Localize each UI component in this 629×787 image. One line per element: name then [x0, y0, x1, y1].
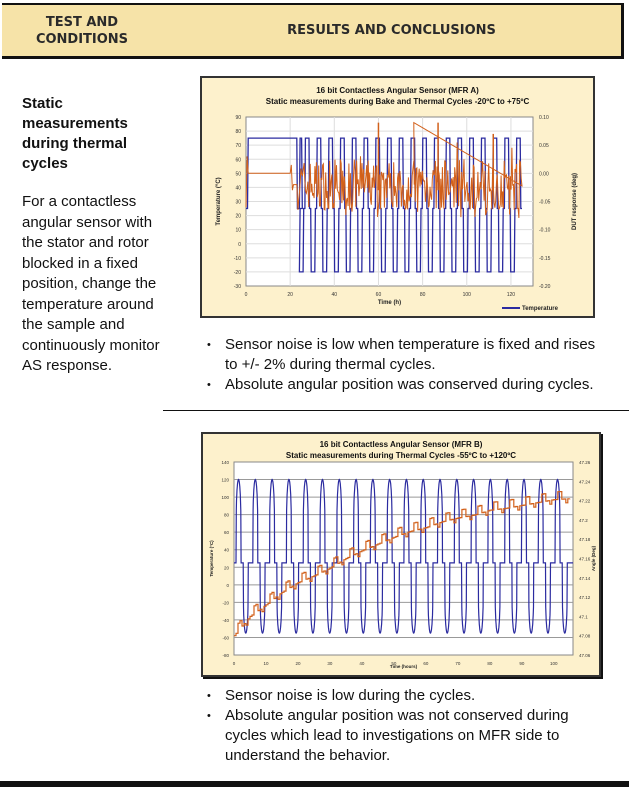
- x-tick-label: 20: [287, 292, 293, 298]
- chart-title: 16 bit Contactless Angular Sensor (MFR A…: [316, 86, 479, 95]
- y-tick-label: 40: [235, 185, 241, 191]
- test-title: Static measurements during thermal cycle…: [22, 95, 128, 172]
- y-tick-label: 10: [235, 228, 241, 234]
- x-axis-label: Time (h): [378, 300, 401, 306]
- test-conditions-cell: Static measurements during thermal cycle…: [22, 94, 162, 377]
- y-tick-label: 20: [235, 214, 241, 220]
- x-tick-label: 100: [550, 661, 558, 666]
- result-bullet: Absolute angular position was conserved …: [205, 375, 605, 395]
- y2-tick-label: -0.20: [539, 284, 551, 290]
- y-tick-label: 60: [224, 530, 230, 535]
- y2-tick-label: 47.22: [579, 499, 591, 504]
- y-axis-label: Temperature (°C): [209, 540, 214, 577]
- x-axis-label: Time (hours): [390, 664, 418, 669]
- x-tick-label: 60: [423, 661, 429, 666]
- chart-title: 16 bit Contactless Angular Sensor (MFR B…: [320, 440, 483, 449]
- x-tick-label: 40: [359, 661, 365, 666]
- x-tick-label: 120: [507, 292, 516, 298]
- x-tick-label: 10: [263, 661, 269, 666]
- y-tick-label: 60: [235, 157, 241, 163]
- x-tick-label: 40: [332, 292, 338, 298]
- y-tick-label: -30: [234, 284, 241, 290]
- x-tick-label: 80: [420, 292, 426, 298]
- y2-axis-label: DUT response (deg): [572, 173, 578, 230]
- y2-tick-label: 0.10: [539, 115, 549, 121]
- y-tick-label: -10: [234, 256, 241, 262]
- column-header-test-conditions: TEST AND CONDITIONS: [2, 5, 162, 56]
- y-tick-label: -20: [234, 270, 241, 276]
- table-header: TEST AND CONDITIONS RESULTS AND CONCLUSIO…: [2, 3, 624, 59]
- x-tick-label: 100: [463, 292, 472, 298]
- y-tick-label: 140: [221, 460, 229, 465]
- y2-tick-label: 0.00: [539, 171, 549, 177]
- y2-axis-label: Angle (Deg): [591, 545, 596, 571]
- y2-tick-label: 47.26: [579, 460, 591, 465]
- y-tick-label: 70: [235, 143, 241, 149]
- y-tick-label: 90: [235, 115, 241, 121]
- y-tick-label: 0: [238, 242, 241, 248]
- y2-tick-label: 47.08: [579, 634, 591, 639]
- y2-tick-label: 47.18: [579, 537, 591, 542]
- x-tick-label: 70: [455, 661, 461, 666]
- y-tick-label: -20: [222, 600, 229, 605]
- y-tick-label: 30: [235, 200, 241, 206]
- header-line-2: CONDITIONS: [35, 31, 129, 47]
- bottom-border: [0, 781, 629, 787]
- y-tick-label: -80: [222, 653, 229, 658]
- y-tick-label: 40: [224, 548, 230, 553]
- x-tick-label: 60: [376, 292, 382, 298]
- row-divider: [163, 410, 629, 411]
- x-tick-label: 80: [487, 661, 493, 666]
- y2-tick-label: 47.06: [579, 653, 591, 658]
- y2-tick-label: -0.10: [539, 228, 551, 234]
- result-bullet: Sensor noise is low during the cycles.: [205, 686, 585, 706]
- results-list-mfr-b: Sensor noise is low during the cycles. A…: [205, 686, 585, 766]
- y-tick-label: 80: [224, 513, 230, 518]
- legend-label-temperature: Temperature: [522, 306, 559, 312]
- chart-subtitle: Static measurements during Thermal Cycle…: [286, 451, 516, 460]
- result-bullet: Sensor noise is low when temperature is …: [205, 335, 605, 375]
- y-tick-label: 100: [221, 495, 229, 500]
- x-tick-label: 0: [245, 292, 248, 298]
- y-tick-label: 80: [235, 129, 241, 135]
- y2-tick-label: 47.12: [579, 595, 591, 600]
- header-line-1: TEST AND: [45, 14, 119, 30]
- y-tick-label: 50: [235, 171, 241, 177]
- chart-mfr-b: 16 bit Contactless Angular Sensor (MFR B…: [201, 432, 601, 677]
- test-description: For a contactless angular sensor with th…: [22, 193, 160, 374]
- chart-mfr-a-svg: 16 bit Contactless Angular Sensor (MFR A…: [216, 86, 578, 312]
- y-axis-label: Temperature (°C): [216, 177, 222, 225]
- results-list-mfr-a: Sensor noise is low when temperature is …: [205, 335, 605, 395]
- y-tick-label: 0: [226, 583, 229, 588]
- chart-mfr-b-svg: 16 bit Contactless Angular Sensor (MFR B…: [209, 440, 596, 669]
- y2-tick-label: 47.2: [579, 518, 588, 523]
- y2-tick-label: 0.05: [539, 143, 549, 149]
- y-tick-label: 120: [221, 478, 229, 483]
- y-tick-label: -40: [222, 618, 229, 623]
- column-header-results: RESULTS AND CONCLUSIONS: [287, 23, 496, 38]
- y2-tick-label: 47.14: [579, 576, 591, 581]
- x-tick-label: 30: [327, 661, 333, 666]
- y2-tick-label: -0.05: [539, 200, 551, 206]
- y2-tick-label: -0.15: [539, 256, 551, 262]
- y2-tick-label: 47.1: [579, 614, 588, 619]
- result-bullet: Absolute angular position was not conser…: [205, 706, 585, 766]
- y2-tick-label: 47.24: [579, 479, 591, 484]
- y-tick-label: -60: [222, 635, 229, 640]
- x-tick-label: 90: [519, 661, 525, 666]
- y2-tick-label: 47.16: [579, 557, 591, 562]
- chart-mfr-a: 16 bit Contactless Angular Sensor (MFR A…: [200, 76, 595, 318]
- x-tick-label: 20: [295, 661, 301, 666]
- chart-subtitle: Static measurements during Bake and Ther…: [266, 97, 530, 106]
- y-tick-label: 20: [224, 565, 230, 570]
- x-tick-label: 0: [233, 661, 236, 666]
